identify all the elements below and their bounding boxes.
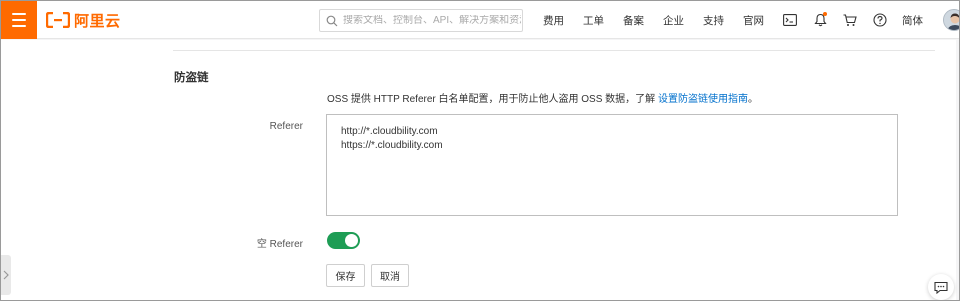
user-avatar-icon xyxy=(944,10,959,30)
section-description: OSS 提供 HTTP Referer 白名单配置，用于防止他人盗用 OSS 数… xyxy=(327,90,758,105)
global-search[interactable] xyxy=(319,9,523,32)
bell-icon[interactable] xyxy=(812,12,828,28)
chat-icon[interactable] xyxy=(928,274,954,300)
nav-item-billing[interactable]: 费用 xyxy=(543,13,564,28)
search-icon xyxy=(326,15,338,26)
notification-dot xyxy=(823,12,827,16)
search-input[interactable] xyxy=(343,15,521,26)
cart-icon[interactable] xyxy=(842,12,858,28)
referer-label: Referer xyxy=(269,121,303,132)
section-title: 防盗链 xyxy=(174,72,209,84)
description-end: 。 xyxy=(747,94,758,105)
chevron-right-icon[interactable] xyxy=(1,255,11,295)
aliyun-logo-mark-icon xyxy=(46,12,70,28)
nav-item-icp[interactable]: 备案 xyxy=(623,13,644,28)
nav-item-tickets[interactable]: 工单 xyxy=(583,13,604,28)
brand-name: 阿里云 xyxy=(74,12,121,30)
nav-item-support[interactable]: 支持 xyxy=(703,13,724,28)
nav-item-official-site[interactable]: 官网 xyxy=(743,13,764,28)
empty-referer-label: 空 Referer xyxy=(256,239,303,250)
top-nav: 费用 工单 备案 企业 支持 官网 简体 xyxy=(533,1,959,39)
description-text: OSS 提供 HTTP Referer 白名单配置，用于防止他人盗用 OSS 数… xyxy=(327,94,656,105)
terminal-icon[interactable] xyxy=(782,12,798,28)
hotlink-protection-panel: 防盗链 OSS 提供 HTTP Referer 白名单配置，用于防止他人盗用 O… xyxy=(156,40,956,300)
referer-whitelist-input[interactable] xyxy=(326,114,898,216)
app-window: 阿里云 费用 工单 备案 企业 支持 官网 xyxy=(0,0,960,301)
save-button[interactable]: 保存 xyxy=(326,264,365,287)
help-icon[interactable] xyxy=(872,12,888,28)
cancel-button[interactable]: 取消 xyxy=(371,264,409,287)
top-navigation-bar: 阿里云 费用 工单 备案 企业 支持 官网 xyxy=(1,1,959,39)
nav-item-enterprise[interactable]: 企业 xyxy=(663,13,684,28)
menu-icon[interactable] xyxy=(1,1,37,39)
avatar[interactable] xyxy=(943,9,959,31)
language-switch[interactable]: 简体 xyxy=(902,13,923,28)
empty-referer-toggle[interactable] xyxy=(327,232,360,249)
left-sidebar xyxy=(1,40,156,300)
toggle-knob xyxy=(345,234,358,247)
guide-link[interactable]: 设置防盗链使用指南 xyxy=(658,94,748,105)
section-divider xyxy=(173,50,935,51)
aliyun-logo[interactable]: 阿里云 xyxy=(46,10,121,30)
